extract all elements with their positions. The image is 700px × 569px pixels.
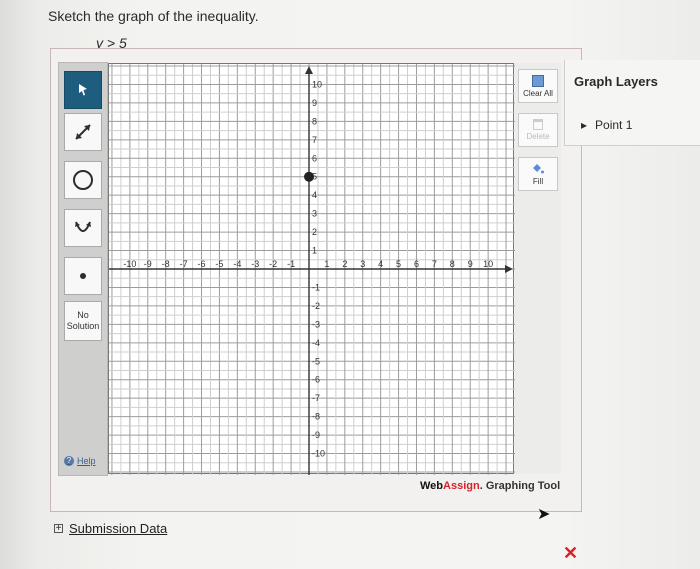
expand-triangle-icon: ▸ <box>581 118 588 132</box>
x-axis-arrow <box>505 265 513 273</box>
coordinate-grid[interactable]: -10 -9 -8 -7 -6 -5 -4 -3 -2 -1 1 2 3 4 5 6 7 8 9 1010987654… <box>109 64 515 475</box>
webassign-graphing-tool-brand: WebAssign. Graphing Tool <box>420 480 561 492</box>
clear-all-label: Clear All <box>523 88 553 98</box>
point-tool-button[interactable] <box>64 257 102 295</box>
help-link[interactable]: ? Help <box>64 456 96 466</box>
y-tick-label: 7 <box>312 135 317 145</box>
y-tick-label: 3 <box>312 209 317 219</box>
x-tick-label: -8 <box>162 259 170 269</box>
x-tick-label: 10 <box>483 259 493 269</box>
help-icon: ? <box>64 456 74 466</box>
y-tick-label: 10 <box>312 79 322 89</box>
y-tick-label: -9 <box>312 430 320 440</box>
x-tick-label: -5 <box>215 259 223 269</box>
x-tick-label: -2 <box>269 259 277 269</box>
fill-button[interactable]: Fill <box>518 157 558 191</box>
x-tick-label: 3 <box>360 259 365 269</box>
trash-icon <box>533 119 543 130</box>
y-tick-label: -5 <box>312 356 320 366</box>
clear-all-button[interactable]: Clear All <box>518 69 558 103</box>
delete-button[interactable]: Delete <box>518 113 558 147</box>
x-tick-label: 5 <box>396 259 401 269</box>
y-tick-label: -8 <box>312 412 320 422</box>
y-tick-label: -10 <box>312 449 325 459</box>
x-tick-label: -3 <box>251 259 259 269</box>
fill-bucket-icon <box>533 163 544 173</box>
x-tick-label: 4 <box>378 259 383 269</box>
x-tick-label: 8 <box>450 259 455 269</box>
clear-all-icon <box>532 74 544 87</box>
fill-label: Fill <box>532 176 544 186</box>
line-tool-button[interactable] <box>64 113 102 151</box>
y-tick-label: 6 <box>312 153 317 163</box>
pointer-tool-button[interactable] <box>64 71 102 109</box>
parabola-icon <box>75 221 91 232</box>
x-tick-label: -6 <box>198 259 206 269</box>
question-prompt: Sketch the graph of the inequality. <box>48 8 259 24</box>
y-tick-label: -4 <box>312 338 320 348</box>
line-arrow-icon <box>75 124 91 140</box>
graph-layers-panel: Graph Layers ▸ Point 1 <box>564 60 700 146</box>
graph-controls-panel: Clear All Delete Fill <box>515 63 561 474</box>
y-tick-label: -1 <box>312 282 320 292</box>
layer-item-label: Point 1 <box>595 118 633 132</box>
y-tick-label: -7 <box>312 393 320 403</box>
x-tick-label: 7 <box>432 259 437 269</box>
y-tick-label: 9 <box>312 98 317 108</box>
delete-label: Delete <box>526 132 550 141</box>
y-tick-label: -6 <box>312 375 320 385</box>
y-tick-label: 8 <box>312 116 317 126</box>
y-tick-label: 2 <box>312 227 317 237</box>
mouse-cursor-icon: ➤ <box>537 506 551 523</box>
x-tick-label: -7 <box>180 259 188 269</box>
x-tick-label: -9 <box>144 259 152 269</box>
help-label: Help <box>77 456 96 466</box>
graphing-toolbar: No Solution ? Help <box>58 62 108 476</box>
graph-layers-title: Graph Layers <box>574 74 658 89</box>
x-tick-label: 1 <box>324 259 329 269</box>
x-tick-label: -1 <box>287 259 295 269</box>
x-tick-label: -10 <box>123 259 136 269</box>
x-tick-label: 9 <box>468 259 473 269</box>
no-solution-button[interactable]: No Solution <box>64 301 102 341</box>
parabola-tool-button[interactable] <box>64 209 102 247</box>
point-icon <box>80 273 86 279</box>
y-tick-label: -2 <box>312 301 320 311</box>
y-axis-arrow <box>305 66 313 74</box>
layer-item-point-1[interactable]: ▸ Point 1 <box>581 118 632 132</box>
x-tick-label: -4 <box>233 259 241 269</box>
graph-area[interactable]: -10 -9 -8 -7 -6 -5 -4 -3 -2 -1 1 2 3 4 5 6 7 8 9 10 10 9 8 7 6 5 4… <box>108 63 515 475</box>
y-tick-label: 4 <box>312 190 317 200</box>
plotted-point[interactable] <box>304 171 314 182</box>
x-tick-label: 6 <box>414 259 419 269</box>
circle-icon <box>73 170 93 190</box>
circle-tool-button[interactable] <box>64 161 102 199</box>
pointer-icon <box>79 84 87 96</box>
submission-data-label: Submission Data <box>69 521 168 536</box>
left-edge-shade <box>0 0 40 569</box>
y-tick-label: -3 <box>312 319 320 329</box>
y-tick-label: 1 <box>312 246 317 256</box>
incorrect-x-icon: ✕ <box>563 543 579 563</box>
submission-data-toggle[interactable]: + Submission Data <box>54 521 167 536</box>
expand-plus-icon: + <box>54 523 63 534</box>
x-tick-label: 2 <box>342 259 347 269</box>
no-solution-label: No Solution <box>66 310 100 331</box>
